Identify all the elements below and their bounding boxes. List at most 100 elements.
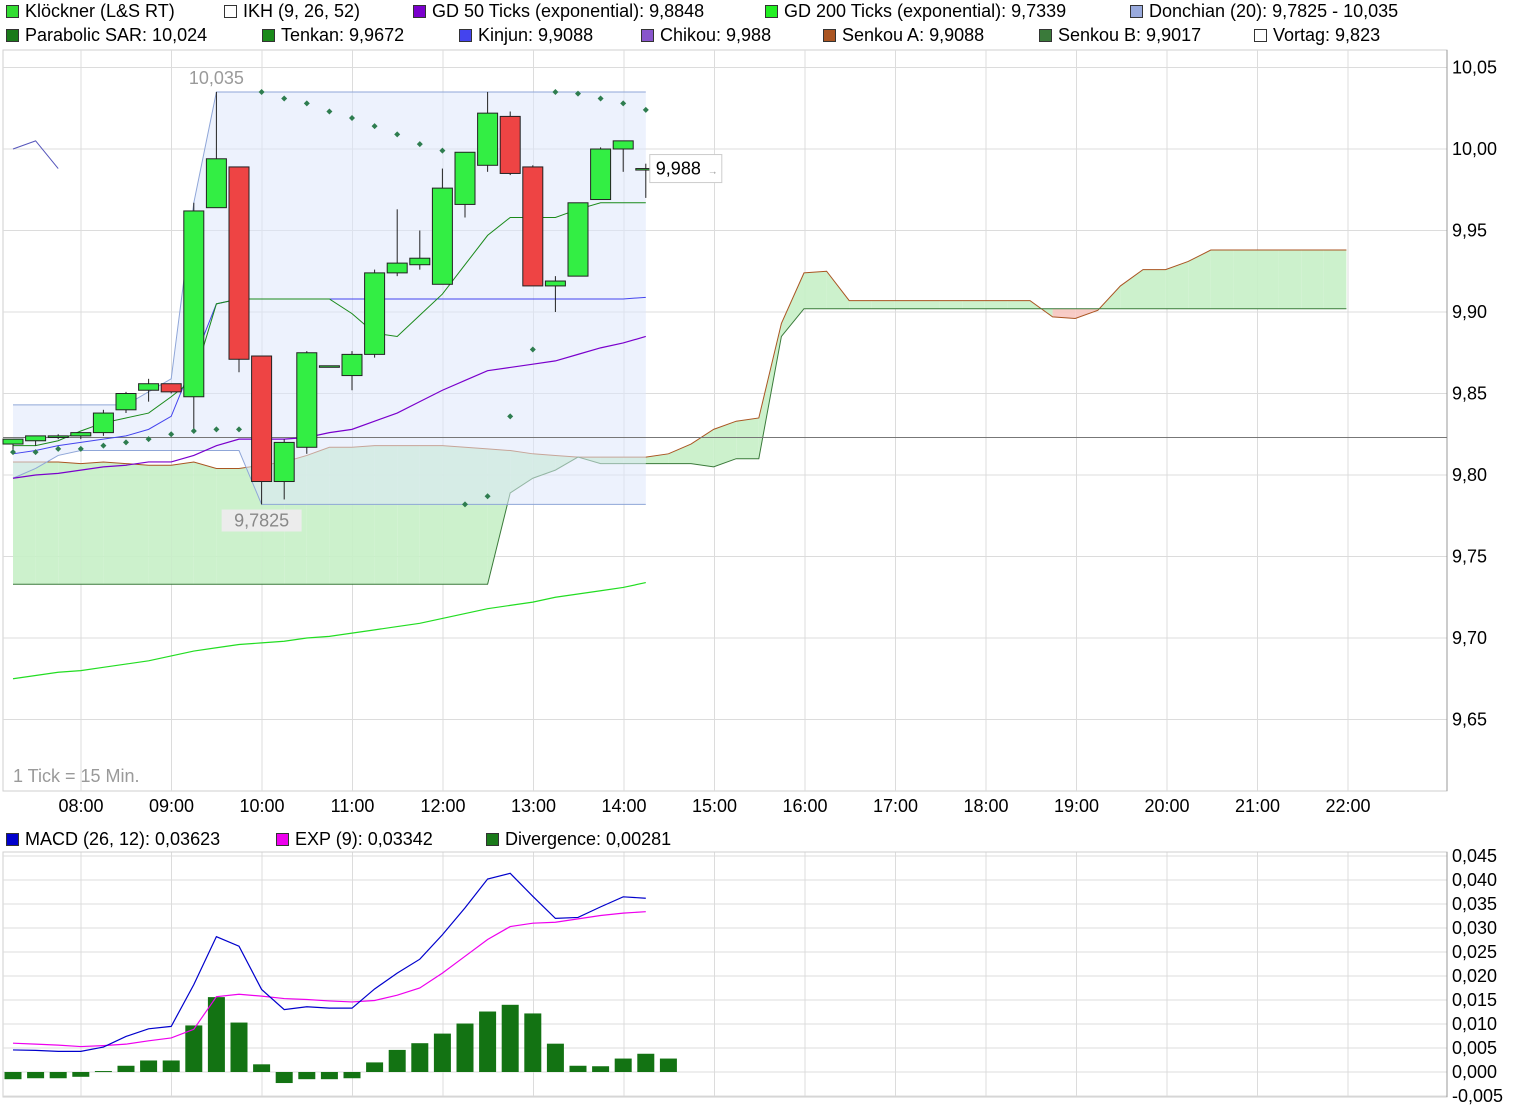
candle-body xyxy=(522,166,544,287)
candle-body xyxy=(160,383,182,393)
divergence-bar xyxy=(546,1043,564,1072)
candle-body xyxy=(183,210,205,398)
x-tick-label: 15:00 xyxy=(692,796,737,816)
macd-y-tick-label: 0,015 xyxy=(1452,990,1497,1010)
candle-body xyxy=(92,412,114,434)
ichimoku-cloud-segment xyxy=(736,417,759,459)
candle-body xyxy=(115,393,137,411)
donchian-low-label: 9,7825 xyxy=(234,511,289,531)
y-tick-label: 9,70 xyxy=(1452,628,1487,648)
ichimoku-cloud-segment xyxy=(1301,250,1324,309)
divergence-bar xyxy=(298,1072,316,1080)
candle-body xyxy=(318,365,340,368)
candle-body xyxy=(612,140,634,150)
divergence-bar xyxy=(659,1058,677,1072)
y-tick-label: 10,05 xyxy=(1452,58,1497,78)
divergence-bar xyxy=(411,1043,429,1072)
ichimoku-cloud-segment xyxy=(1143,269,1166,309)
divergence-bar xyxy=(637,1053,655,1072)
candle-body xyxy=(70,432,92,437)
divergence-bar xyxy=(94,1071,112,1073)
ichimoku-cloud-segment xyxy=(962,300,985,309)
x-tick-label: 17:00 xyxy=(873,796,918,816)
ichimoku-cloud-segment xyxy=(1233,250,1256,309)
divergence-bar xyxy=(140,1060,158,1072)
donchian-high-label: 10,035 xyxy=(189,68,244,88)
x-tick-label: 21:00 xyxy=(1235,796,1280,816)
ichimoku-cloud-segment xyxy=(13,461,36,585)
candle-body xyxy=(2,438,24,445)
y-tick-label: 10,00 xyxy=(1452,139,1497,159)
divergence-bar xyxy=(479,1011,497,1072)
divergence-bar xyxy=(27,1072,45,1079)
ichimoku-cloud-segment xyxy=(917,300,940,309)
candle-body xyxy=(273,441,295,483)
y-tick-label: 9,80 xyxy=(1452,465,1487,485)
tick-interval-note: 1 Tick = 15 Min. xyxy=(13,766,140,786)
divergence-bar xyxy=(614,1058,632,1072)
divergence-bar xyxy=(501,1004,519,1072)
y-tick-label: 9,95 xyxy=(1452,221,1487,241)
candle-body xyxy=(364,272,386,355)
x-tick-label: 08:00 xyxy=(58,796,103,816)
macd-y-tick-label: 0,005 xyxy=(1452,1038,1497,1058)
candle-body xyxy=(431,187,453,285)
ichimoku-cloud-segment xyxy=(58,461,81,585)
ichimoku-cloud-segment xyxy=(984,300,1008,309)
candle-body xyxy=(567,202,589,277)
candle-body xyxy=(205,158,227,209)
x-tick-label: 19:00 xyxy=(1054,796,1099,816)
divergence-bar xyxy=(343,1072,361,1079)
divergence-bar xyxy=(185,1025,203,1072)
candle-body xyxy=(499,115,521,174)
price-chart: 08:00 09:00 10:00 11:00 12:00 13:00 14:00 15:00… xyxy=(2,49,1503,1106)
divergence-bar xyxy=(4,1072,22,1080)
candle-body xyxy=(341,353,363,377)
ichimoku-cloud-segment xyxy=(148,465,172,585)
last-price-arrow-icon: → xyxy=(708,167,718,178)
x-tick-label: 13:00 xyxy=(511,796,556,816)
candle-body xyxy=(47,435,69,439)
y-tick-label: 9,65 xyxy=(1452,710,1487,730)
y-tick-label: 9,85 xyxy=(1452,384,1487,404)
x-tick-label: 22:00 xyxy=(1325,796,1370,816)
x-tick-label: 10:00 xyxy=(239,796,284,816)
y-tick-label: 9,75 xyxy=(1452,547,1487,567)
x-tick-label: 11:00 xyxy=(331,796,375,816)
divergence-bar xyxy=(117,1065,135,1072)
macd-y-tick-label: 0,010 xyxy=(1452,1014,1497,1034)
last-price-label: 9,988 xyxy=(656,159,701,179)
ichimoku-cloud-segment xyxy=(1278,250,1302,309)
ichimoku-cloud-segment xyxy=(1256,250,1279,309)
x-tick-label: 14:00 xyxy=(601,796,646,816)
candle-body xyxy=(138,383,160,391)
candle-body xyxy=(544,280,566,287)
candle-body xyxy=(296,352,318,448)
macd-y-tick-label: 0,045 xyxy=(1452,846,1497,866)
x-tick-label: 18:00 xyxy=(963,796,1008,816)
ichimoku-cloud-segment xyxy=(171,461,194,585)
candle-body xyxy=(409,257,431,266)
candle-body xyxy=(228,166,250,360)
ichimoku-cloud-segment xyxy=(126,463,149,585)
candle-body xyxy=(251,355,273,483)
ichimoku-cloud-segment xyxy=(35,461,59,585)
divergence-bar xyxy=(275,1072,293,1084)
ichimoku-cloud-segment xyxy=(80,461,104,585)
candle-body xyxy=(590,148,612,201)
divergence-bar xyxy=(524,1013,542,1072)
ichimoku-cloud-segment xyxy=(103,461,126,585)
ichimoku-cloud-segment xyxy=(871,300,895,309)
macd-y-tick-label: 0,000 xyxy=(1452,1062,1497,1082)
ichimoku-cloud-segment xyxy=(804,271,827,309)
divergence-bar xyxy=(320,1072,338,1080)
macd-y-tick-label: -0,005 xyxy=(1452,1086,1503,1106)
macd-y-tick-label: 0,020 xyxy=(1452,966,1497,986)
candle-body xyxy=(454,151,476,205)
ichimoku-cloud-segment xyxy=(193,461,217,585)
divergence-bar xyxy=(49,1072,67,1079)
divergence-bar xyxy=(162,1060,180,1072)
candle-body xyxy=(386,262,408,274)
divergence-bar xyxy=(433,1033,451,1072)
divergence-bar xyxy=(592,1066,610,1072)
